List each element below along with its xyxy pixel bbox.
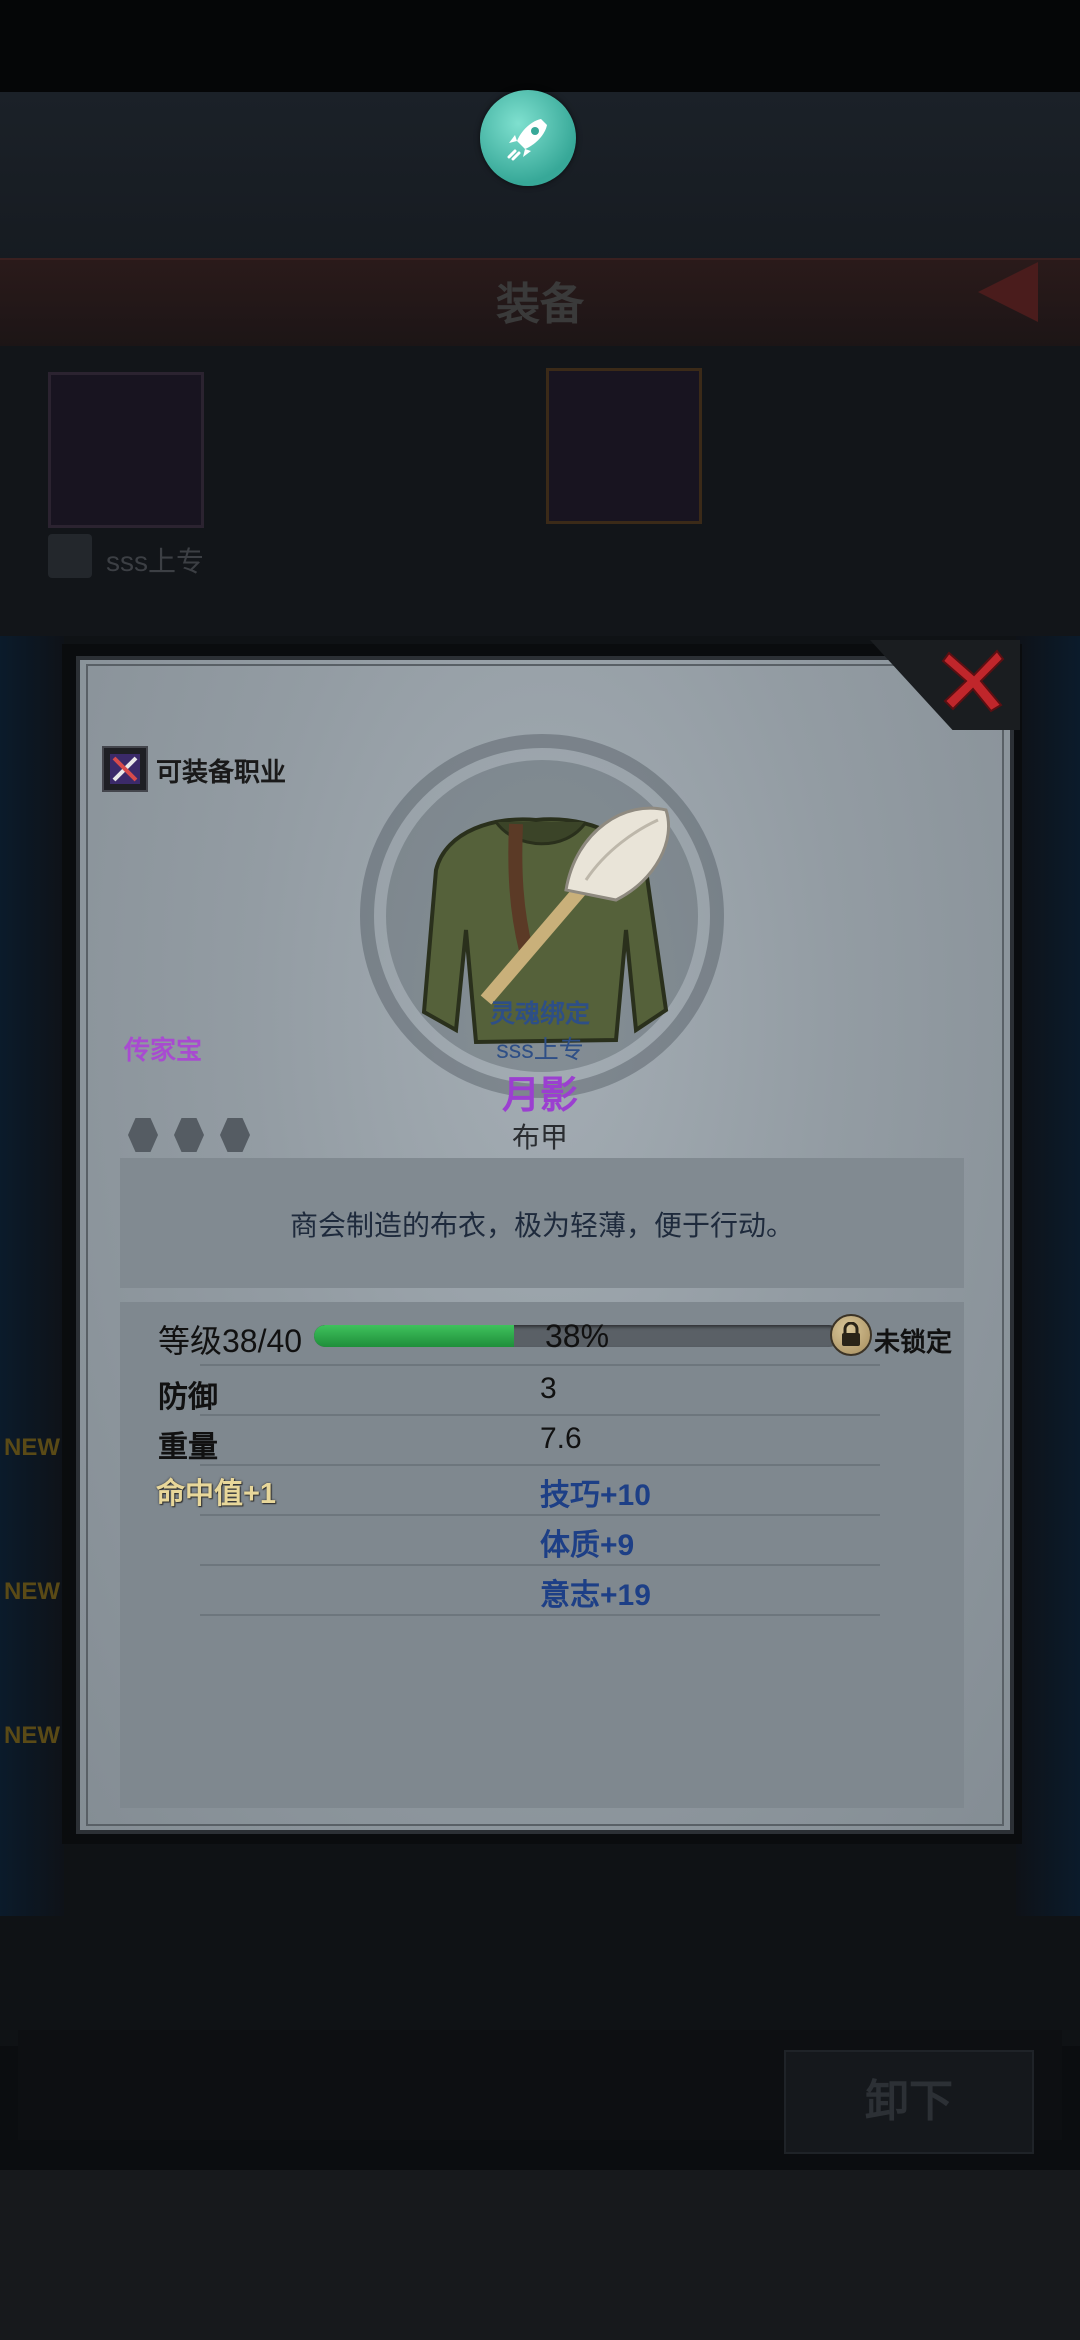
item-description: 商会制造的布衣，极为轻薄，便于行动。 [289, 1210, 794, 1241]
close-button[interactable] [930, 636, 1018, 724]
padlock-icon[interactable] [830, 1314, 872, 1356]
rocket-button[interactable] [480, 90, 576, 186]
bonus-stat: 意志+19 [540, 1579, 651, 1612]
equipment-title: 装备 [496, 280, 584, 329]
row-divider [200, 1614, 880, 1616]
item-name: 月影 [501, 1075, 578, 1117]
stat-label: 防御 [158, 1381, 218, 1414]
row-divider [200, 1364, 880, 1366]
footer-area [0, 2170, 1080, 2340]
row-divider [200, 1564, 880, 1566]
owner-avatar [48, 534, 92, 578]
item-type: 布甲 [511, 1122, 568, 1153]
bonus-stat: 命中值+1 [156, 1478, 277, 1510]
right-panel-edge [1016, 636, 1080, 1916]
bonus-stat: 体质+9 [540, 1529, 635, 1562]
slot-owner-label: sss上专 [106, 546, 205, 577]
rocket-icon [507, 119, 547, 161]
stat-value: 7.6 [540, 1422, 582, 1455]
new-badge: NEW [4, 1722, 60, 1749]
class-crossed-tools-icon[interactable] [102, 746, 148, 792]
row-divider [200, 1514, 880, 1516]
stat-label: 重量 [158, 1431, 218, 1464]
unequip-button[interactable]: 卸下 [784, 2050, 1034, 2154]
close-icon [941, 649, 1005, 713]
level-label: 等级38/40 [158, 1323, 303, 1359]
level-progress-fill [314, 1325, 514, 1347]
level-percent: 38% [545, 1318, 610, 1354]
status-area [0, 0, 1080, 92]
binding-label: 灵魂绑定 [489, 1000, 590, 1028]
stat-value: 3 [540, 1372, 557, 1405]
bonus-stat: 技巧+10 [540, 1479, 651, 1512]
new-badge: NEW [4, 1578, 60, 1605]
new-badge: NEW [4, 1434, 60, 1461]
back-arrow-icon[interactable] [978, 262, 1038, 322]
row-divider [200, 1414, 880, 1416]
equippable-class-label[interactable]: 可装备职业 [156, 752, 286, 789]
row-divider [200, 1464, 880, 1466]
equipment-slot-selected[interactable] [546, 368, 702, 524]
lock-status-label[interactable]: 未锁定 [874, 1322, 952, 1359]
owner-label: sss上专 [496, 1036, 584, 1064]
equipment-slot[interactable] [48, 372, 204, 528]
